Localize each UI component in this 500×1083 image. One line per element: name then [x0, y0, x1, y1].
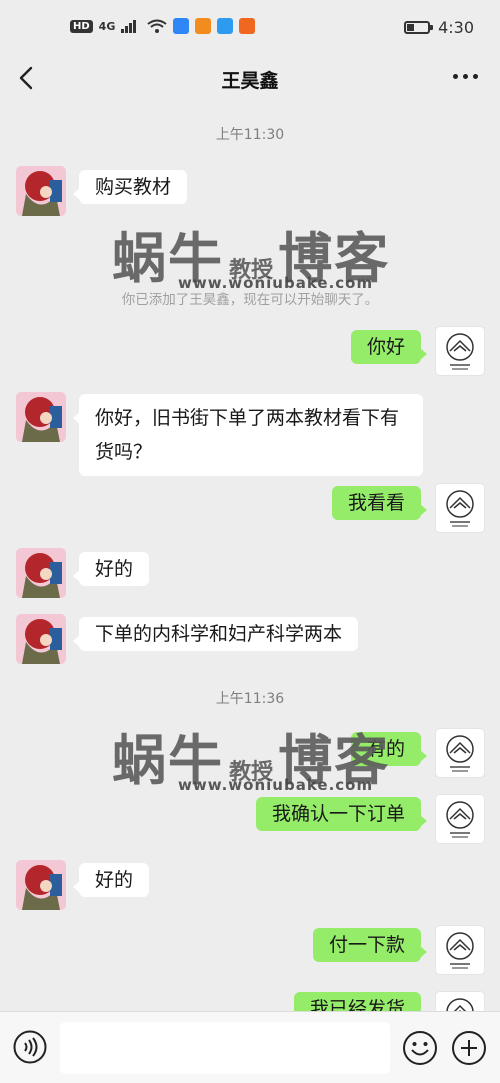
message-input[interactable]	[60, 1022, 390, 1074]
voice-icon[interactable]	[13, 1030, 47, 1064]
clock: 4:30	[438, 18, 474, 37]
my-avatar[interactable]	[435, 991, 485, 1011]
my-avatar[interactable]	[435, 925, 485, 975]
more-dots-icon[interactable]	[453, 74, 478, 79]
my-avatar[interactable]	[435, 483, 485, 533]
message-bubble[interactable]: 购买教材	[72, 170, 188, 204]
battery-level	[407, 24, 415, 31]
chat-title: 王昊鑫	[221, 70, 279, 92]
chat-header: 王昊鑫	[0, 56, 500, 106]
contact-avatar[interactable]	[16, 166, 66, 216]
shop-app-icon	[239, 18, 256, 34]
message-bubble[interactable]: 付一下款	[312, 928, 428, 962]
message-bubble[interactable]: 我看看	[331, 486, 428, 520]
system-message: 你已添加了王昊鑫，现在可以开始聊天了。	[121, 292, 379, 308]
wifi-icon	[147, 19, 167, 33]
contact-avatar[interactable]	[16, 392, 66, 442]
watermark-sub: 教授	[229, 258, 274, 283]
video-app-icon	[195, 18, 212, 34]
message-bubble[interactable]: 好的	[72, 863, 150, 897]
app-notification-icon	[173, 18, 190, 34]
contact-avatar[interactable]	[16, 860, 66, 910]
message-bubble[interactable]: 我已经发货	[293, 992, 428, 1011]
watermark-sub: 教授	[229, 760, 274, 785]
chat-area[interactable]: 上午11:30 购买教材 你已添加了王昊鑫，现在可以开始聊天了。 你好 你好，旧…	[0, 106, 500, 1011]
watermark-brand: 蜗牛	[112, 729, 224, 792]
message-bubble[interactable]: 有的	[350, 732, 428, 766]
status-right: 4:30	[404, 18, 474, 37]
signal-bars-icon	[121, 20, 137, 33]
cloud-app-icon	[217, 18, 234, 34]
timestamp: 上午11:30	[215, 127, 285, 143]
my-avatar[interactable]	[435, 794, 485, 844]
contact-avatar[interactable]	[16, 614, 66, 664]
message-bubble[interactable]: 你好，旧书街下单了两本教材看下有货吗？	[73, 394, 423, 476]
input-bar	[0, 1011, 500, 1083]
message-bubble[interactable]: 我确认一下订单	[255, 797, 428, 831]
message-bubble[interactable]: 你好	[350, 330, 428, 364]
my-avatar[interactable]	[435, 326, 485, 376]
my-avatar[interactable]	[435, 728, 485, 778]
watermark-brand: 博客	[278, 227, 391, 290]
plus-icon[interactable]	[451, 1030, 487, 1066]
watermark: 蜗牛 教授 博客	[112, 716, 390, 795]
message-bubble[interactable]: 下单的内科学和妇产科学两本	[72, 617, 359, 651]
status-icons: HD 4G	[70, 18, 256, 34]
battery-icon	[404, 21, 434, 34]
message-bubble[interactable]: 好的	[72, 552, 150, 586]
emoji-icon[interactable]	[402, 1030, 438, 1066]
watermark-url: www.woniubake.com	[178, 776, 374, 794]
signal-label: 4G	[98, 19, 116, 33]
status-bar: HD 4G 4:30	[0, 0, 500, 56]
contact-avatar[interactable]	[16, 548, 66, 598]
hd-badge: HD	[70, 19, 93, 33]
watermark-brand: 蜗牛	[112, 227, 224, 290]
watermark: 蜗牛 教授 博客	[112, 214, 390, 293]
timestamp: 上午11:36	[215, 691, 285, 707]
